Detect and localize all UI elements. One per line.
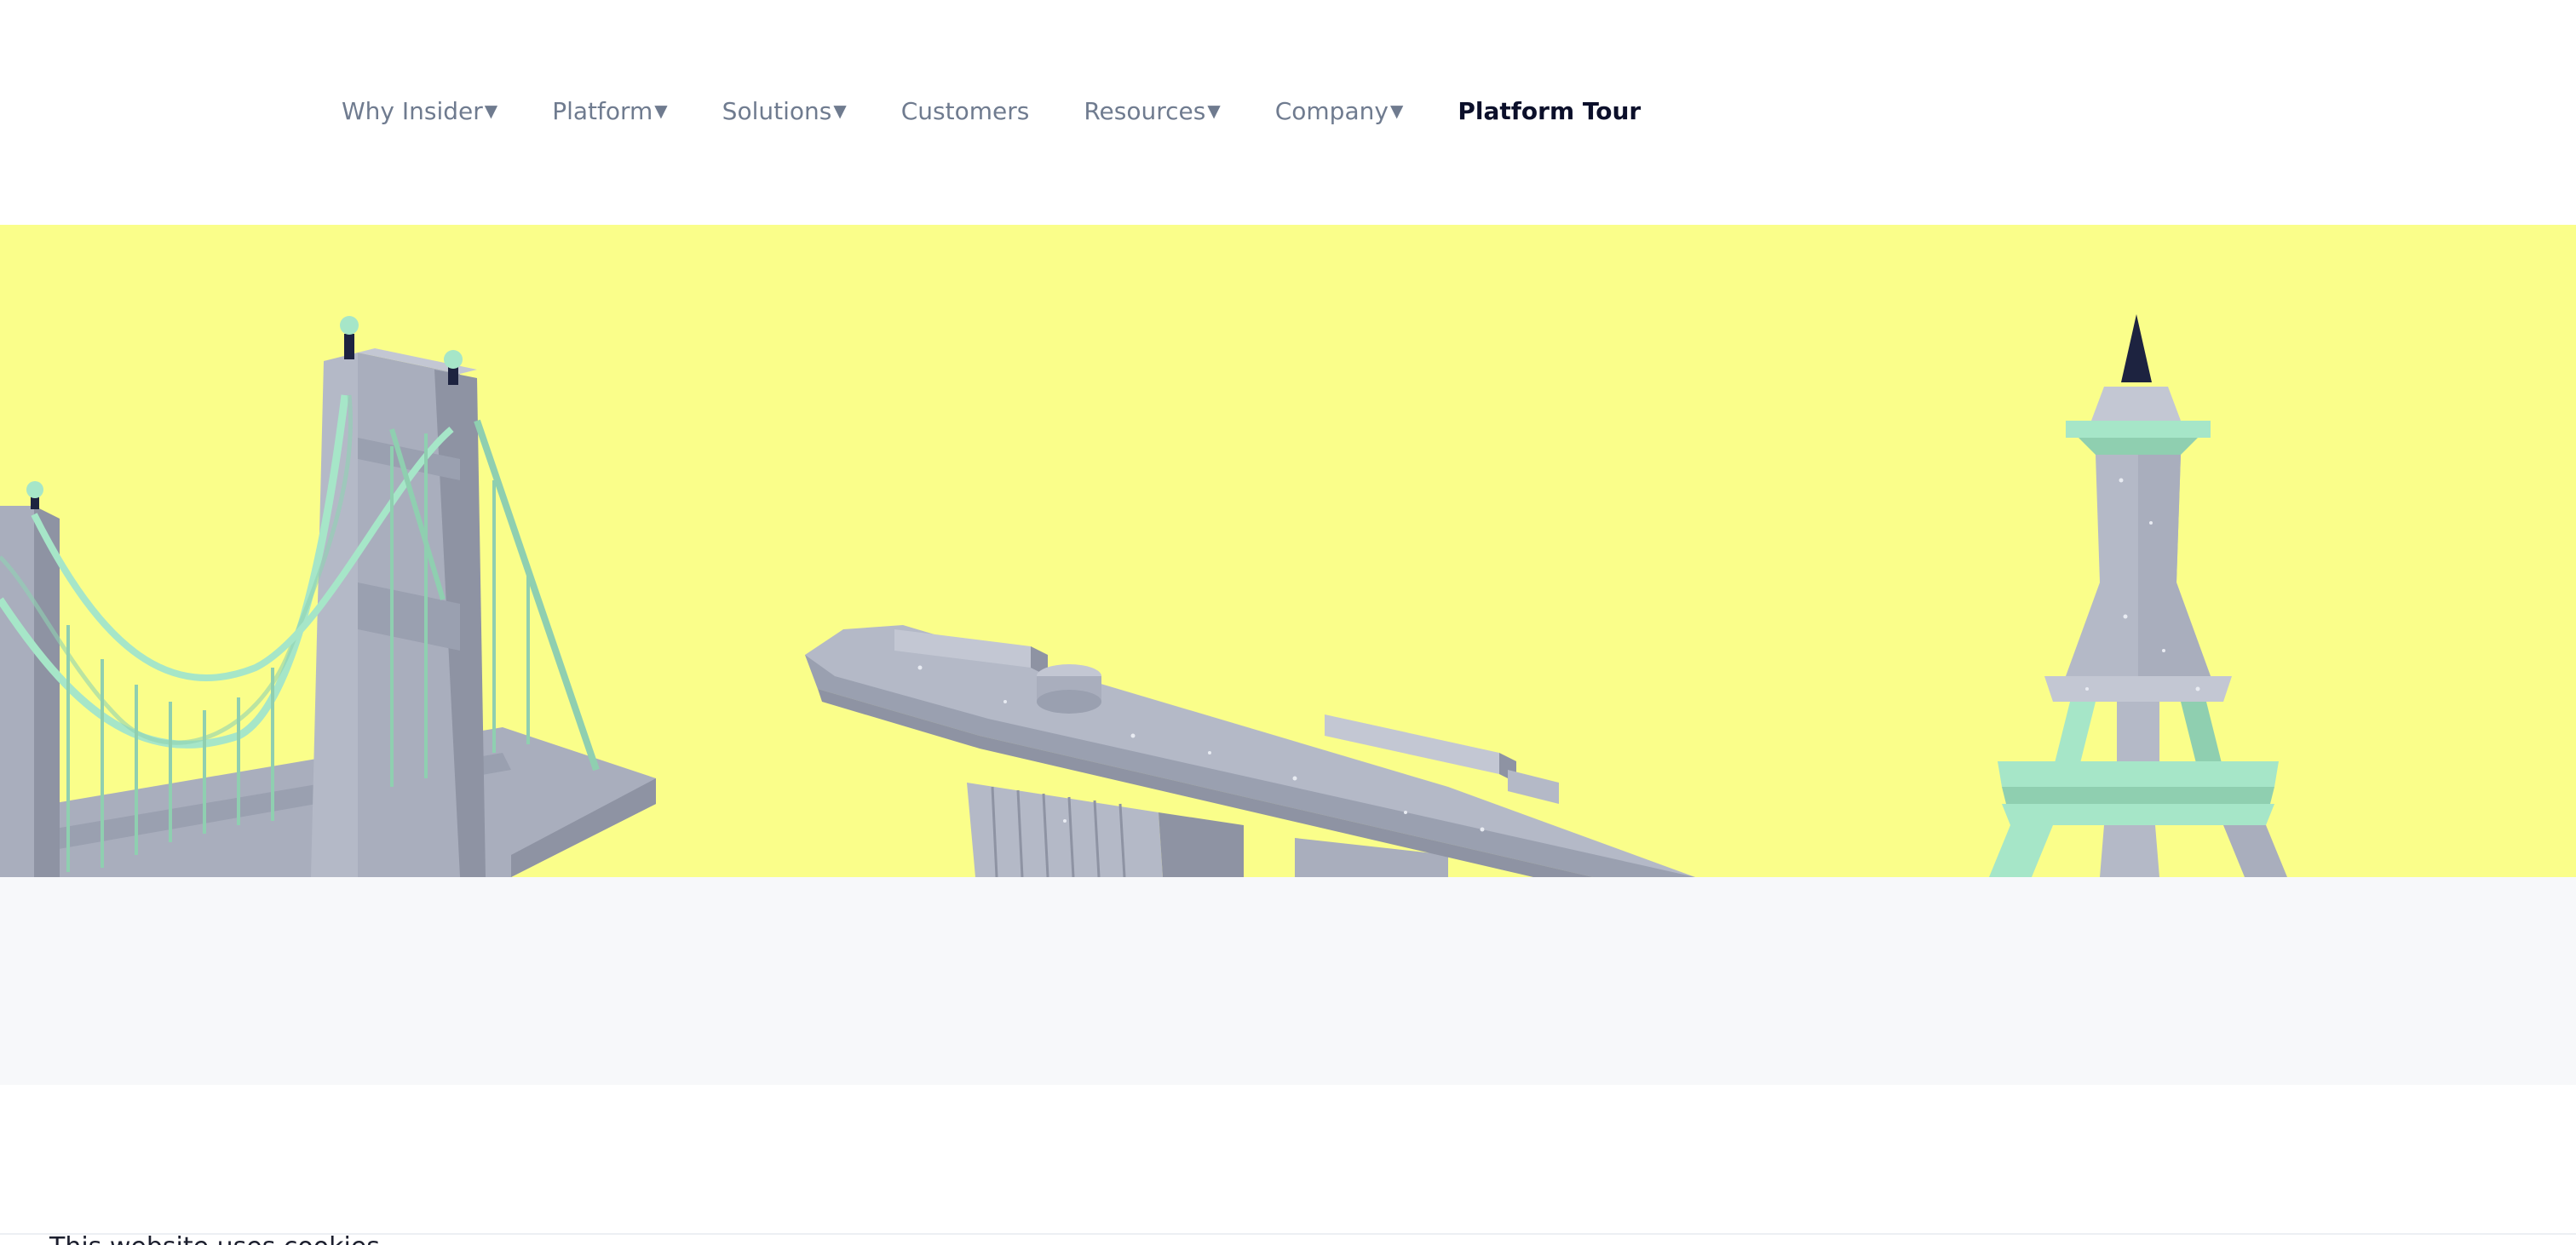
nav-platform[interactable]: Platform ▼ <box>552 97 667 125</box>
main-nav: Why Insider ▼ Platform ▼ Solutions ▼ Cus… <box>342 94 1641 128</box>
nav-company[interactable]: Company ▼ <box>1275 97 1404 125</box>
nav-customers-label: Customers <box>900 96 1030 125</box>
nav-company-label: Company <box>1274 96 1389 125</box>
nav-why-insider[interactable]: Why Insider ▼ <box>342 97 497 125</box>
nav-customers[interactable]: Customers <box>901 97 1030 125</box>
cookie-banner <box>0 1233 2576 1245</box>
page: Why Insider ▼ Platform ▼ Solutions ▼ Cus… <box>0 0 2576 1245</box>
nav-solutions[interactable]: Solutions ▼ <box>722 97 847 125</box>
eiffel-tower-illustration <box>1989 314 2287 877</box>
hero-illustration-band <box>0 225 2576 877</box>
nav-platform-label: Platform <box>552 96 653 125</box>
nav-resources-label: Resources <box>1084 96 1206 125</box>
nav-resources[interactable]: Resources ▼ <box>1084 97 1220 125</box>
caret-down-icon: ▼ <box>1207 100 1221 121</box>
caret-down-icon: ▼ <box>833 100 847 121</box>
skypark-building-illustration <box>805 625 1695 877</box>
cookie-banner-text: This website uses cookies <box>49 1235 380 1245</box>
caret-down-icon: ▼ <box>484 100 498 121</box>
caret-down-icon: ▼ <box>654 100 668 121</box>
caret-down-icon: ▼ <box>1389 100 1404 121</box>
nav-solutions-label: Solutions <box>722 96 832 125</box>
site-header: Why Insider ▼ Platform ▼ Solutions ▼ Cus… <box>0 0 2576 225</box>
grey-content-band <box>0 877 2576 1085</box>
nav-why-insider-label: Why Insider <box>342 96 483 125</box>
platform-tour-link[interactable]: Platform Tour <box>1458 97 1641 125</box>
suspension-bridge-illustration <box>0 316 656 877</box>
